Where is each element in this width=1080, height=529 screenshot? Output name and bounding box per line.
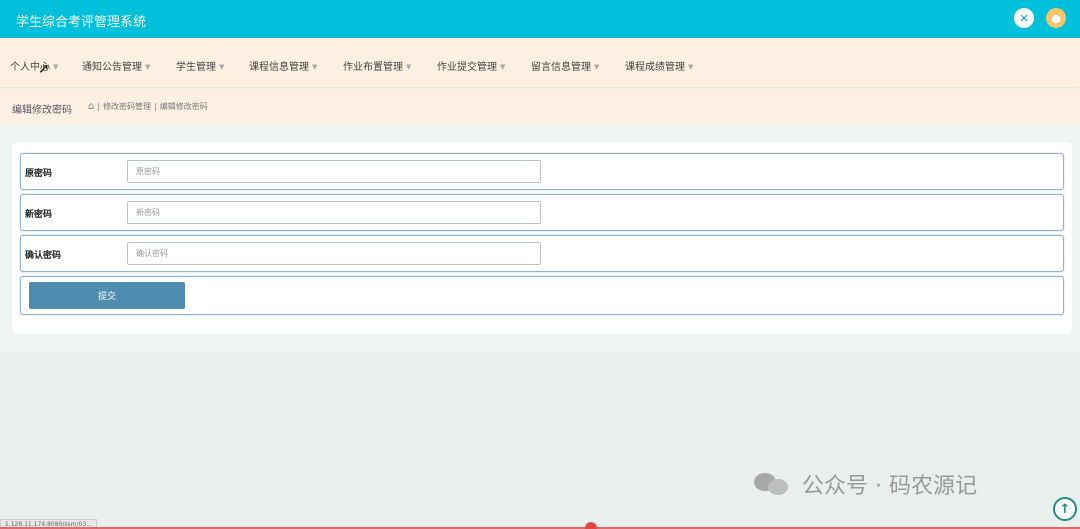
- top-header-bar: 学生综合考评管理系统 ✕ ●: [0, 0, 1080, 38]
- nav-item-grades[interactable]: 课程成绩管理 ▼: [625, 58, 693, 73]
- new-password-label: 新密码: [25, 210, 53, 220]
- wechat-icon: [754, 471, 792, 497]
- caret-down-icon: ▼: [145, 63, 151, 71]
- main-nav: 个人中心 ▼ 通知公告管理 ▼ 学生管理 ▼ 课程信息管理 ▼ 作业布置管理 ▼ 作业提交…: [0, 38, 1080, 88]
- nav-item-submission[interactable]: 作业提交管理 ▼: [437, 58, 505, 73]
- nav-item-notice[interactable]: 通知公告管理 ▼: [82, 58, 150, 73]
- record-dot-icon: [585, 522, 597, 529]
- confirm-password-input[interactable]: [127, 242, 541, 265]
- breadcrumb-item[interactable]: 修改密码管理: [103, 102, 151, 111]
- breadcrumb: ⌂ | 修改密码管理 | 编辑修改密码: [88, 101, 208, 112]
- nav-item-label: 课程信息管理: [249, 62, 309, 73]
- caret-down-icon: ▼: [312, 63, 318, 71]
- mouse-cursor-icon: ➚: [38, 61, 50, 77]
- caret-down-icon: ▼: [219, 63, 225, 71]
- caret-down-icon: ▼: [500, 63, 506, 71]
- nav-item-assignment[interactable]: 作业布置管理 ▼: [343, 58, 411, 73]
- password-form-card: 原密码 新密码 确认密码 提交: [12, 142, 1072, 334]
- watermark-text: 公众号 · 码农源记: [802, 474, 977, 499]
- caret-down-icon: ▼: [53, 63, 59, 71]
- old-password-input[interactable]: [127, 160, 541, 183]
- watermark: 公众号 · 码农源记: [754, 468, 977, 500]
- nav-item-personal-center[interactable]: 个人中心 ▼: [10, 58, 58, 73]
- nav-item-label: 学生管理: [176, 62, 216, 73]
- caret-down-icon: ▼: [406, 63, 412, 71]
- new-password-input[interactable]: [127, 201, 541, 224]
- nav-item-courses[interactable]: 课程信息管理 ▼: [249, 58, 317, 73]
- nav-item-label: 留言信息管理: [531, 62, 591, 73]
- fullscreen-icon[interactable]: ✕: [1014, 8, 1034, 28]
- form-row-confirm-password: 确认密码: [20, 235, 1064, 272]
- page-header: 编辑修改密码 ⌂ | 修改密码管理 | 编辑修改密码: [0, 89, 1080, 125]
- form-row-new-password: 新密码: [20, 194, 1064, 231]
- nav-item-label: 作业布置管理: [343, 62, 403, 73]
- content-area: 原密码 新密码 确认密码 提交: [0, 125, 1080, 352]
- arrow-up-icon: ↑: [1059, 501, 1071, 517]
- submit-button[interactable]: 提交: [29, 282, 185, 309]
- form-row-submit: 提交: [20, 276, 1064, 315]
- scroll-to-top-button[interactable]: ↑: [1053, 497, 1077, 521]
- nav-item-label: 作业提交管理: [437, 62, 497, 73]
- caret-down-icon: ▼: [594, 63, 600, 71]
- page-title: 编辑修改密码: [12, 105, 72, 116]
- caret-down-icon: ▼: [688, 63, 694, 71]
- nav-item-label: 课程成绩管理: [625, 62, 685, 73]
- old-password-label: 原密码: [25, 169, 53, 179]
- form-row-old-password: 原密码: [20, 153, 1064, 190]
- user-avatar-icon[interactable]: ●: [1046, 8, 1066, 28]
- nav-item-label: 通知公告管理: [82, 62, 142, 73]
- breadcrumb-item: 编辑修改密码: [159, 102, 208, 111]
- home-icon[interactable]: ⌂: [88, 101, 94, 112]
- confirm-password-label: 确认密码: [25, 251, 62, 261]
- app-title: 学生综合考评管理系统: [16, 15, 147, 30]
- nav-item-messages[interactable]: 留言信息管理 ▼: [531, 58, 599, 73]
- nav-item-students[interactable]: 学生管理 ▼: [176, 58, 224, 73]
